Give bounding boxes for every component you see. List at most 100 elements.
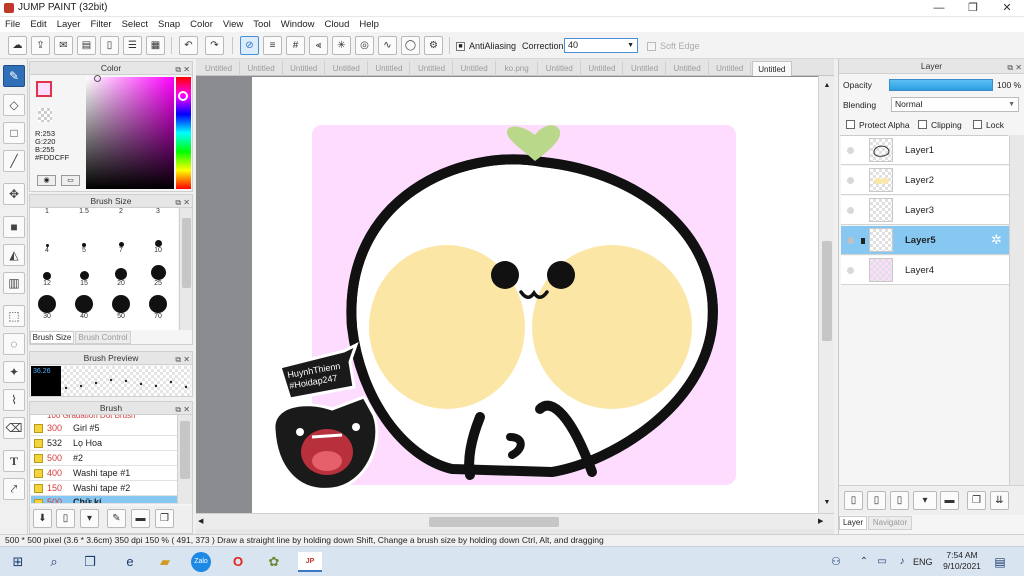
tab-document[interactable]: Untitled — [368, 61, 411, 76]
opera-icon[interactable]: O — [228, 552, 248, 572]
brush-edit-icon[interactable]: ✎ — [107, 509, 126, 528]
layer-row-layer5[interactable]: Layer5 ✲ — [841, 226, 1009, 255]
layer-visibility-icon[interactable] — [847, 147, 854, 154]
layer-visibility-icon[interactable] — [847, 267, 854, 274]
bucket-tool-icon[interactable]: ◭ — [3, 244, 25, 266]
grid-snap-icon[interactable]: # — [286, 36, 305, 55]
line-tool-icon[interactable]: ╱ — [3, 150, 25, 172]
tab-brush-control[interactable]: Brush Control — [75, 331, 131, 344]
layer-visibility-icon[interactable] — [847, 177, 854, 184]
grid-tools-icon[interactable]: ▦ — [146, 36, 165, 55]
drawing-canvas[interactable]: HuynhThienn #Hoidap247 — [252, 77, 818, 513]
menu-help[interactable]: Help — [354, 17, 384, 32]
circle-snap-icon[interactable]: ◎ — [355, 36, 374, 55]
language-indicator[interactable]: ENG — [913, 557, 933, 567]
fill-rect-tool-icon[interactable]: ■ — [3, 216, 25, 238]
tab-document[interactable]: Untitled — [751, 61, 792, 76]
brush-size-option[interactable]: 70 — [143, 293, 173, 325]
tab-document[interactable]: Untitled — [624, 61, 666, 76]
brush-size-option[interactable]: 4 — [32, 227, 62, 259]
text-tool-icon[interactable]: T — [3, 450, 25, 472]
brush-folder-icon[interactable]: ▬ — [131, 509, 150, 528]
layer-row-layer1[interactable]: Layer1 — [841, 136, 1009, 165]
zalo-icon[interactable]: Zalo — [191, 552, 211, 572]
hue-slider[interactable] — [176, 77, 191, 189]
edge-browser-icon[interactable]: e — [120, 552, 140, 572]
tab-document[interactable]: Untitled — [709, 61, 752, 76]
brush-download-icon[interactable]: ⬇ — [33, 509, 52, 528]
move-tool-icon[interactable]: ✥ — [3, 183, 25, 205]
scroll-right-icon[interactable]: ▶ — [818, 517, 823, 525]
tab-document[interactable]: Untitled — [581, 61, 624, 76]
canvas-vertical-scrollbar[interactable]: ▲ ▼ — [818, 76, 834, 513]
select-rect-tool-icon[interactable]: ⬚ — [3, 305, 25, 327]
magic-wand-tool-icon[interactable]: ✦ — [3, 361, 25, 383]
select-eraser-tool-icon[interactable]: ⌫ — [3, 417, 25, 439]
snap-off-icon[interactable]: ⊘ — [240, 36, 259, 55]
layer-visibility-icon[interactable] — [847, 237, 854, 244]
brush-item[interactable]: 500 #2 — [31, 451, 177, 466]
eyedropper-tool-icon[interactable]: ⤤ — [3, 478, 25, 500]
brush-copy-icon[interactable]: ❐ — [155, 509, 174, 528]
tab-document[interactable]: Untitled — [539, 61, 581, 76]
redo-icon[interactable]: ↷ — [205, 36, 224, 55]
brush-size-option[interactable]: 40 — [69, 293, 99, 325]
brush-item[interactable]: 150 Washi tape #2 — [31, 481, 177, 496]
ellipse-snap-icon[interactable]: ◯ — [401, 36, 420, 55]
tab-brush-size[interactable]: Brush Size — [30, 331, 74, 344]
tab-document[interactable]: Untitled — [667, 61, 709, 76]
scroll-thumb[interactable] — [182, 218, 191, 288]
rectangle-tool-icon[interactable]: □ — [3, 122, 25, 144]
tab-document[interactable]: Untitled — [411, 61, 453, 76]
brush-list-scrollbar[interactable] — [177, 415, 192, 504]
layer-menu-icon[interactable]: ▾ — [913, 491, 937, 510]
maximize-button[interactable]: ❐ — [956, 0, 990, 17]
menu-cloud[interactable]: Cloud — [320, 17, 355, 32]
canvas-horizontal-scrollbar[interactable]: ◀ ▶ — [196, 513, 834, 529]
lock-checkbox[interactable] — [973, 120, 982, 129]
brush-size-option[interactable]: 2 — [106, 194, 136, 226]
brush-item[interactable]: 532 Lọ Hoa — [31, 436, 177, 451]
perspective-snap-icon[interactable]: ⫷ — [309, 36, 328, 55]
close-button[interactable]: ✕ — [990, 0, 1024, 17]
tab-navigator[interactable]: Navigator — [868, 516, 912, 530]
list-icon[interactable]: ☰ — [123, 36, 142, 55]
transparent-swatch[interactable] — [38, 108, 52, 122]
scroll-up-icon[interactable]: ▲ — [822, 82, 832, 92]
undo-icon[interactable]: ↶ — [179, 36, 198, 55]
tab-document[interactable]: Untitled — [283, 61, 326, 76]
layer-folder-icon[interactable]: ▬ — [940, 491, 959, 510]
lasso-tool-icon[interactable]: ◌ — [3, 333, 25, 355]
tab-layer[interactable]: Layer — [839, 516, 867, 530]
menu-window[interactable]: Window — [276, 17, 320, 32]
jump-paint-taskbar-icon[interactable]: JP — [298, 552, 322, 572]
minimize-button[interactable]: — — [922, 0, 956, 17]
volume-icon[interactable]: ♪ — [892, 552, 912, 572]
new-layer-8bit-icon[interactable]: ▯ — [867, 491, 886, 510]
antialiasing-checkbox[interactable]: ■ — [456, 42, 465, 51]
color-options-button[interactable]: ▭ — [61, 175, 80, 186]
layer-row-layer3[interactable]: Layer3 — [841, 196, 1009, 225]
menu-view[interactable]: View — [218, 17, 248, 32]
network-icon[interactable]: ▭ — [872, 552, 892, 572]
clock[interactable]: 7:54 AM 9/10/2021 — [940, 550, 984, 572]
soft-edge-checkbox[interactable] — [647, 42, 656, 51]
blending-select[interactable]: Normal ▼ — [891, 97, 1019, 112]
scroll-thumb[interactable] — [822, 241, 832, 341]
search-icon[interactable]: ⌕ — [44, 552, 64, 572]
snap-settings-icon[interactable]: ⚙ — [424, 36, 443, 55]
new-brush-icon[interactable]: ▯ — [56, 509, 75, 528]
brush-size-option[interactable]: 3 — [143, 194, 173, 226]
comment-icon[interactable]: ✉ — [54, 36, 73, 55]
tab-document[interactable]: Untitled — [454, 61, 496, 76]
brush-size-option[interactable]: 50 — [106, 293, 136, 325]
brush-size-option[interactable]: 5 — [69, 227, 99, 259]
radial-snap-icon[interactable]: ✳ — [332, 36, 351, 55]
tab-document[interactable]: Untitled — [326, 61, 368, 76]
select-pen-tool-icon[interactable]: ⌇ — [3, 389, 25, 411]
brush-size-option[interactable]: 1 — [32, 194, 62, 226]
hue-slider-handle[interactable] — [178, 91, 188, 101]
notification-icon[interactable]: ▤ — [990, 552, 1010, 572]
panel-controls-icon[interactable]: ⧉ ✕ — [175, 353, 190, 366]
primary-color-swatch[interactable] — [36, 81, 52, 97]
